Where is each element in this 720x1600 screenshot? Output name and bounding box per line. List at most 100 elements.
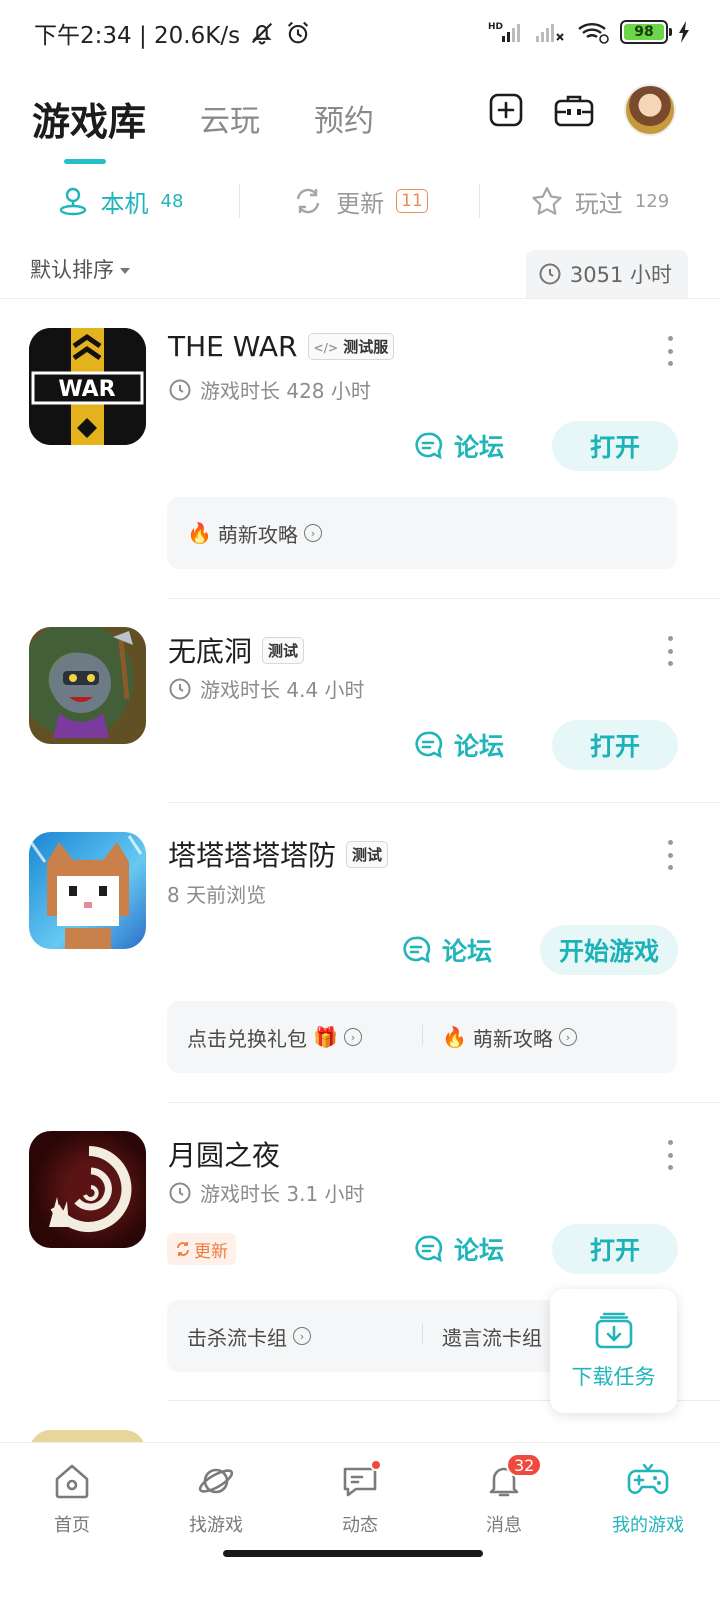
nav-find-games-label: 找游戏 (189, 1515, 243, 1536)
clock-icon (539, 263, 561, 285)
forum-button[interactable]: 论坛 (402, 932, 492, 968)
tab-reservations[interactable]: 预约 (314, 92, 374, 152)
guide-link-label: 萌新攻略 (217, 522, 298, 547)
forum-button[interactable]: 论坛 (414, 1231, 504, 1267)
subtab-played-label: 玩过 (574, 189, 623, 218)
nav-find-games[interactable]: 找游戏 (144, 1459, 288, 1537)
guide-link-label: 遗言流卡组 (442, 1325, 542, 1350)
toolbox-button[interactable] (554, 92, 594, 128)
forum-button[interactable]: 论坛 (414, 727, 504, 763)
battery-indicator: 98 (620, 20, 672, 44)
status-time: 下午2:34 | 20.6K/s (34, 23, 241, 49)
add-game-button[interactable] (488, 92, 524, 128)
clock-icon (169, 1182, 191, 1203)
home-icon (50, 1459, 94, 1503)
top-tabs: 游戏库 云玩 预约 (32, 82, 428, 164)
forum-button[interactable]: 论坛 (414, 428, 504, 464)
user-avatar[interactable] (624, 84, 676, 136)
phone-user-icon (59, 187, 86, 216)
subtab-updates-label: 更新 (336, 189, 385, 218)
bottom-navigation: 首页 找游戏 动态 32 消息 我的游戏 (0, 1442, 720, 1600)
total-playtime: 3051 小时 (525, 250, 688, 298)
gift-icon: 🎁 (313, 1025, 338, 1049)
forum-button-label: 论坛 (442, 937, 493, 966)
update-badge[interactable]: 更新 (167, 1233, 236, 1265)
game-last-viewed: 8 天前浏览 (167, 879, 266, 908)
signal-hd-icon: HD (488, 22, 520, 42)
game-playtime-text: 游戏时长 3.1 小时 (200, 1182, 365, 1206)
game-title-row: 月圆之夜 (168, 1134, 280, 1174)
game-playtime: 游戏时长 428 小时 (168, 375, 371, 404)
game-title-row: 塔塔塔塔塔防 测试 (168, 834, 389, 874)
game-title: THE WAR (168, 330, 298, 363)
svg-text:HD: HD (488, 22, 503, 32)
message-count-badge: 32 (506, 1453, 543, 1477)
clock-icon (169, 379, 191, 400)
chevron-right-icon: › (293, 1327, 311, 1345)
clock-icon (169, 678, 191, 699)
forum-button-label: 论坛 (454, 732, 505, 761)
game-icon-bottomless-pit[interactable] (29, 627, 146, 744)
status-bar: 下午2:34 | 20.6K/s HD 98 (0, 0, 720, 70)
game-playtime-text: 游戏时长 428 小时 (200, 379, 371, 403)
tag-label: 测试服 (343, 338, 389, 356)
start-game-button[interactable]: 开始游戏 (540, 925, 678, 975)
gift-redeem-link[interactable]: 点击兑换礼包 🎁 › (167, 1023, 422, 1052)
toolbox-icon (554, 95, 594, 127)
open-game-button[interactable]: 打开 (552, 720, 678, 770)
more-options-button[interactable] (664, 840, 676, 870)
tab-cloud-play[interactable]: 云玩 (200, 92, 260, 152)
battery-level: 98 (624, 24, 664, 40)
sub-tabs: 本机 48 更新 11 玩过 129 (0, 178, 720, 224)
subtab-local-count: 48 (160, 190, 184, 212)
subtab-updates[interactable]: 更新 11 (240, 178, 480, 224)
game-icon-the-war[interactable]: WAR (29, 328, 146, 445)
nav-feed[interactable]: 动态 (288, 1459, 432, 1537)
nav-home-label: 首页 (54, 1515, 90, 1536)
game-title-row: THE WAR </> 测试服 (168, 330, 395, 363)
sort-dropdown-label: 默认排序 (30, 258, 114, 282)
chevron-right-icon: › (343, 1028, 362, 1046)
chevron-right-icon: › (558, 1028, 577, 1046)
bottom-nav-items: 首页 找游戏 动态 32 消息 我的游戏 (0, 1453, 720, 1537)
status-right: HD 98 (488, 20, 690, 44)
divider (0, 298, 720, 299)
subtab-updates-count: 11 (396, 189, 428, 213)
game-playtime: 游戏时长 3.1 小时 (168, 1178, 365, 1207)
subtab-played[interactable]: 玩过 129 (480, 178, 720, 224)
nav-home[interactable]: 首页 (0, 1459, 144, 1537)
game-icon-full-moon-night[interactable] (29, 1131, 146, 1248)
guide-link[interactable]: 🔥 萌新攻略 › (422, 1023, 677, 1052)
chevron-right-icon: › (303, 524, 322, 542)
nav-messages-label: 消息 (486, 1515, 522, 1536)
tab-game-library[interactable]: 游戏库 (32, 92, 146, 164)
more-options-button[interactable] (664, 636, 676, 666)
refresh-icon (296, 188, 320, 214)
top-actions (488, 84, 676, 136)
game-title: 塔塔塔塔塔防 (168, 839, 337, 872)
open-game-button[interactable]: 打开 (552, 421, 678, 471)
guide-link[interactable]: 🔥 萌新攻略 › (167, 519, 677, 548)
game-icon-tower-defense[interactable] (29, 832, 146, 949)
nav-my-games[interactable]: 我的游戏 (576, 1459, 720, 1537)
forum-chat-icon (415, 432, 443, 460)
more-options-button[interactable] (664, 336, 676, 366)
sort-dropdown[interactable]: 默认排序 (30, 254, 130, 284)
guide-link-label: 萌新攻略 (472, 1026, 553, 1051)
fire-icon: 🔥 (187, 521, 212, 545)
nav-messages[interactable]: 32 消息 (432, 1453, 576, 1537)
subtab-played-count: 129 (634, 190, 670, 212)
open-game-button[interactable]: 打开 (552, 1224, 678, 1274)
star-icon (532, 186, 562, 215)
download-tasks-button[interactable]: 下载任务 (550, 1289, 677, 1413)
bell-icon: 32 (482, 1453, 543, 1503)
forum-button-label: 论坛 (454, 433, 505, 462)
guide-link[interactable]: 击杀流卡组 › (167, 1322, 422, 1351)
game-item-the-war: WAR THE WAR </> 测试服 游戏时长 428 小时 论坛 打开 🔥 … (0, 300, 720, 600)
home-indicator (223, 1550, 483, 1557)
more-options-button[interactable] (664, 1140, 676, 1170)
test-tag: 测试 (262, 636, 305, 664)
charging-bolt-icon (679, 21, 689, 43)
game-last-viewed-text: 8 天前浏览 (167, 883, 267, 907)
subtab-local[interactable]: 本机 48 (0, 178, 240, 224)
